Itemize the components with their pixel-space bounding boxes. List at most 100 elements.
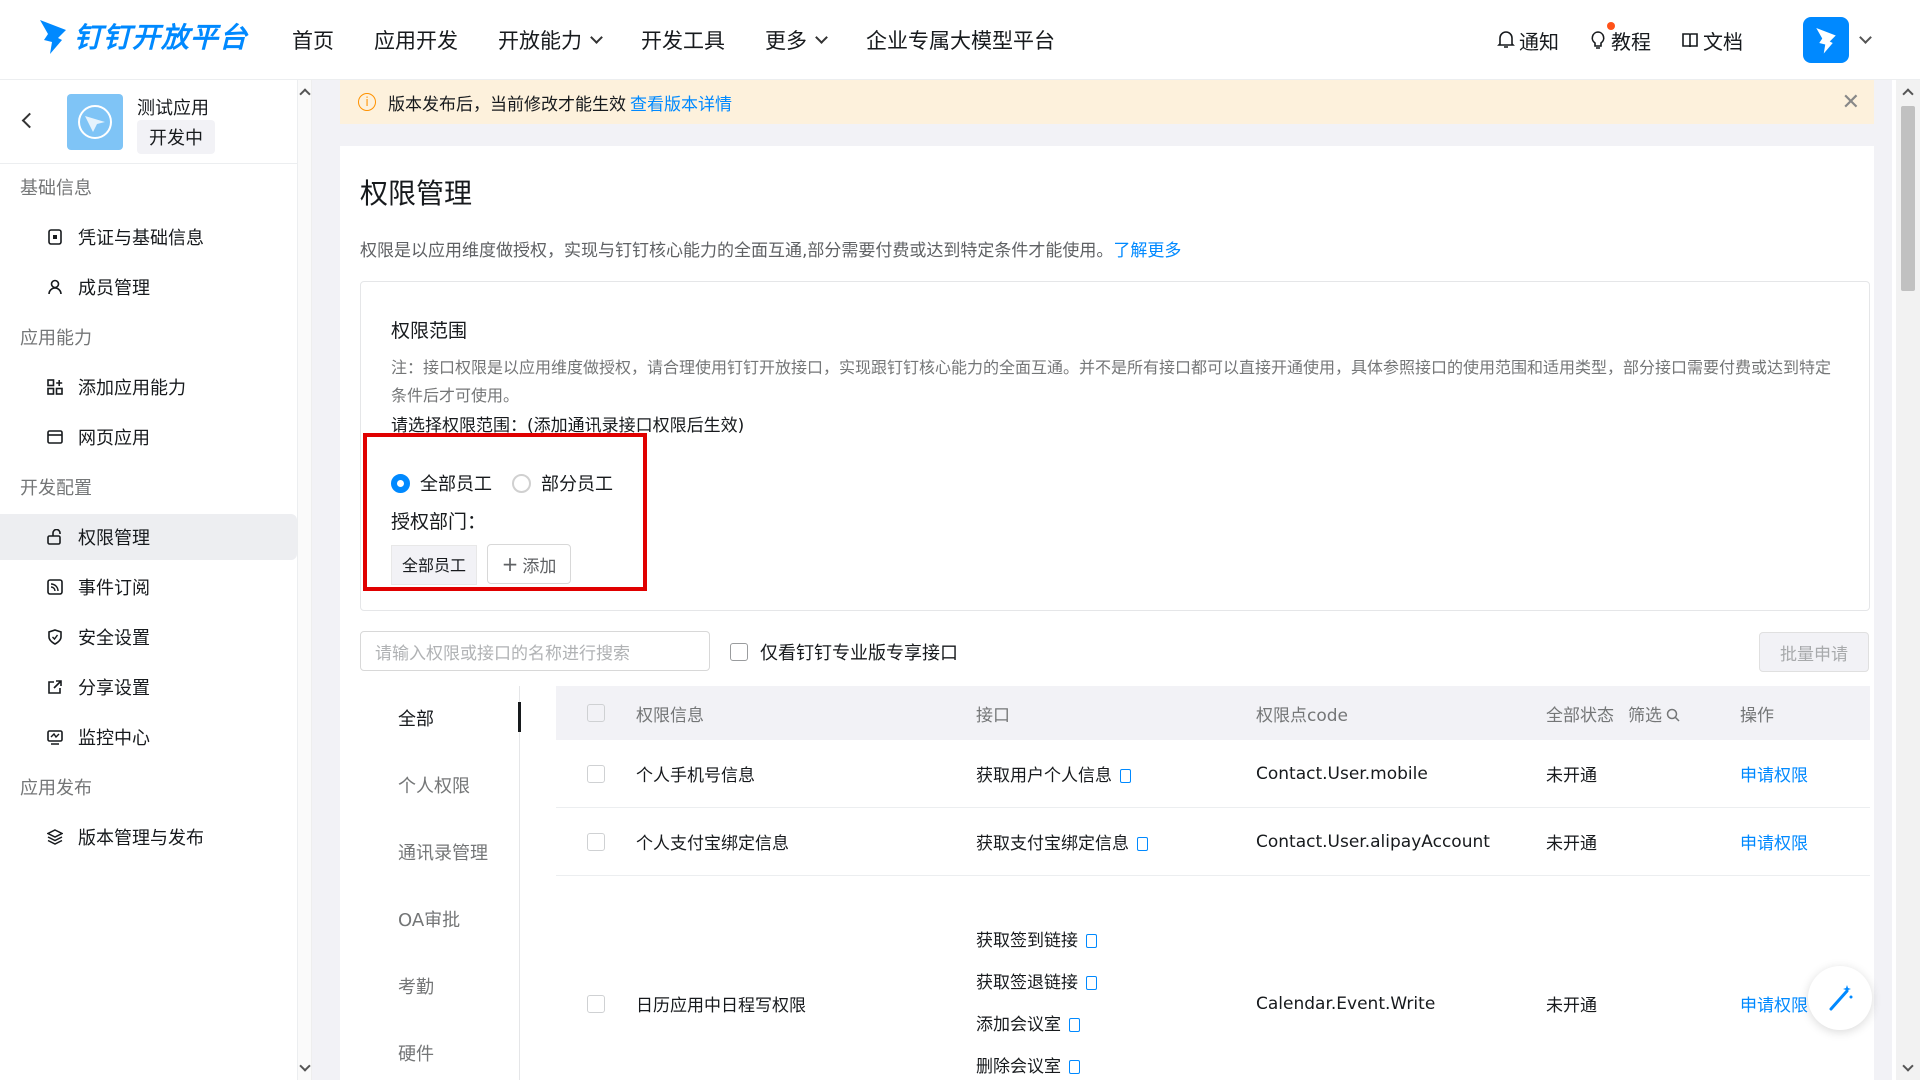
table-row: 日历应用中日程写权限 获取签到链接 获取签退链接 添加会议室 删除会议室 Cal…: [556, 876, 1870, 1080]
scroll-down-icon[interactable]: [1902, 1060, 1914, 1072]
back-arrow-icon[interactable]: [21, 112, 38, 129]
doc-icon[interactable]: [1137, 837, 1148, 851]
layers-icon: [46, 828, 64, 846]
chevron-down-icon[interactable]: [1859, 30, 1872, 44]
api-name[interactable]: 获取签退链接: [976, 973, 1078, 993]
sidebar-item-add-capability[interactable]: 添加应用能力: [0, 364, 297, 410]
permission-code: Contact.User.alipayAccount: [1256, 831, 1490, 852]
main-nav: 首页 应用开发 开放能力 开发工具 更多 企业专属大模型平台: [292, 0, 1095, 80]
add-label: 添加: [522, 556, 557, 577]
sidebar-item-share[interactable]: 分享设置: [0, 664, 297, 710]
api-name[interactable]: 获取用户个人信息: [976, 766, 1112, 786]
sidebar-item-label: 凭证与基础信息: [78, 228, 204, 249]
doc-icon[interactable]: [1069, 1059, 1080, 1074]
sidebar-scrollbar[interactable]: [298, 80, 312, 1080]
radio-part-staff[interactable]: [512, 473, 531, 493]
dept-tag: 全部员工: [391, 545, 478, 585]
book-icon: [1682, 33, 1698, 48]
sidebar-item-versions[interactable]: 版本管理与发布: [0, 814, 297, 860]
doc-icon[interactable]: [1086, 933, 1097, 948]
search-icon: [1666, 708, 1680, 722]
api-name[interactable]: 获取签到链接: [976, 931, 1078, 951]
add-dept-button[interactable]: + 添加: [487, 544, 571, 584]
doc-icon[interactable]: [1120, 769, 1131, 783]
tutorial-label: 教程: [1611, 29, 1651, 54]
learn-more-link[interactable]: 了解更多: [1113, 241, 1181, 261]
api-name[interactable]: 删除会议室: [976, 1057, 1061, 1077]
category-attendance[interactable]: 考勤: [360, 954, 519, 1021]
category-hardware[interactable]: 硬件: [360, 1021, 519, 1080]
docs-button[interactable]: 文档: [1681, 26, 1743, 55]
nav-app-dev[interactable]: 应用开发: [374, 25, 458, 55]
nav-open-capability[interactable]: 开放能力: [498, 25, 603, 55]
sidebar-item-label: 监控中心: [78, 728, 150, 749]
lightbulb-icon: [1591, 31, 1605, 49]
sidebar-item-permissions[interactable]: 权限管理: [0, 514, 297, 560]
page-scrollbar[interactable]: [1896, 80, 1920, 1080]
share-icon: [46, 678, 64, 696]
filter-button[interactable]: 筛选: [1628, 701, 1680, 726]
sidebar-item-events[interactable]: 事件订阅: [0, 564, 297, 610]
apply-permission-link[interactable]: 申请权限: [1740, 761, 1870, 786]
sidebar-item-security[interactable]: 安全设置: [0, 614, 297, 660]
scroll-down-icon[interactable]: [299, 1060, 311, 1072]
batch-apply-button[interactable]: 批量申请: [1759, 632, 1869, 672]
permission-search-input[interactable]: 请输入权限或接口的名称进行搜索: [360, 631, 710, 671]
sidebar-item-members[interactable]: 成员管理: [0, 264, 297, 310]
main-content: i 版本发布后，当前修改才能生效 查看版本详情 ✕ 权限管理 权限是以应用维度做…: [312, 80, 1892, 1080]
select-all-checkbox[interactable]: [587, 704, 605, 722]
category-personal[interactable]: 个人权限: [360, 753, 519, 820]
category-oa-approval[interactable]: OA审批: [360, 887, 519, 954]
nav-home[interactable]: 首页: [292, 25, 334, 55]
api-name[interactable]: 获取支付宝绑定信息: [976, 834, 1129, 854]
chevron-down-icon: [815, 30, 828, 44]
brand-logo[interactable]: 钉钉开放平台: [38, 14, 248, 58]
sidebar-item-label: 权限管理: [78, 528, 150, 549]
sidebar-item-label: 事件订阅: [78, 578, 150, 599]
apply-permission-link[interactable]: 申请权限: [1740, 829, 1870, 854]
radio-part-label[interactable]: 部分员工: [541, 470, 613, 496]
row-checkbox[interactable]: [587, 994, 605, 1013]
dingtalk-avatar-icon: [1816, 28, 1836, 54]
sidebar-item-credentials[interactable]: 凭证与基础信息: [0, 214, 297, 260]
permission-name: 个人支付宝绑定信息: [636, 834, 789, 854]
sidebar-item-monitor[interactable]: 监控中心: [0, 714, 297, 760]
tutorial-button[interactable]: 教程: [1589, 21, 1651, 55]
filter-label: 筛选: [1628, 705, 1662, 726]
category-contacts[interactable]: 通讯录管理: [360, 820, 519, 887]
radio-all-staff[interactable]: [391, 473, 410, 493]
row-checkbox[interactable]: [587, 832, 605, 851]
category-list: 全部 个人权限 通讯录管理 OA审批 考勤 硬件: [360, 686, 521, 1080]
scroll-up-icon[interactable]: [1902, 88, 1914, 100]
docs-label: 文档: [1703, 29, 1743, 54]
row-checkbox[interactable]: [587, 764, 605, 783]
pro-only-checkbox[interactable]: 仅看钉钉专业版专享接口: [730, 639, 958, 665]
user-avatar[interactable]: [1803, 17, 1849, 63]
scroll-up-icon[interactable]: [299, 88, 311, 100]
scroll-thumb[interactable]: [1901, 106, 1915, 291]
status-filter-dropdown[interactable]: 全部状态: [1546, 701, 1614, 726]
api-item: 添加会议室: [976, 1004, 1256, 1046]
version-details-link[interactable]: 查看版本详情: [630, 90, 732, 115]
sidebar-item-label: 成员管理: [78, 278, 150, 299]
nav-dev-tools[interactable]: 开发工具: [641, 25, 725, 55]
permission-table: 权限信息 接口 权限点code 全部状态 筛选 操作 个人手机号信息 获取用户个…: [556, 686, 1870, 1080]
header-info: 权限信息: [636, 705, 704, 726]
close-icon[interactable]: ✕: [1842, 90, 1860, 115]
api-name[interactable]: 添加会议室: [976, 1015, 1061, 1035]
sidebar-item-web-app[interactable]: 网页应用: [0, 414, 297, 460]
notify-button[interactable]: 通知: [1497, 26, 1559, 55]
nav-enterprise-llm[interactable]: 企业专属大模型平台: [866, 25, 1055, 55]
checkbox-box[interactable]: [730, 643, 748, 661]
header-status: 全部状态 筛选: [1546, 701, 1740, 726]
doc-icon[interactable]: [1069, 1017, 1080, 1032]
radio-all-label[interactable]: 全部员工: [420, 470, 492, 496]
unread-dot: [1607, 21, 1615, 30]
doc-icon[interactable]: [1086, 975, 1097, 990]
app-icon: [67, 94, 123, 150]
section-title: 应用能力: [20, 328, 92, 349]
dingtalk-logo-icon: [40, 20, 66, 54]
nav-more[interactable]: 更多: [765, 25, 828, 55]
category-all[interactable]: 全部: [360, 686, 521, 753]
ai-assistant-button[interactable]: [1808, 966, 1872, 1030]
